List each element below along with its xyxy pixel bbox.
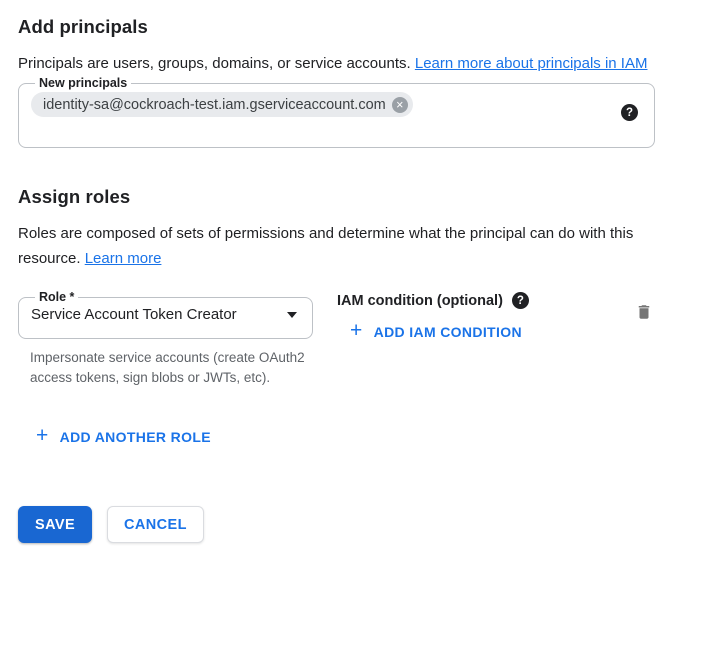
add-another-role-label: ADD ANOTHER ROLE <box>60 429 211 445</box>
iam-condition-label: IAM condition (optional) <box>337 293 503 309</box>
new-principals-field[interactable]: New principals identity-sa@cockroach-tes… <box>18 76 655 148</box>
delete-role-button[interactable] <box>635 303 653 326</box>
add-another-role-button[interactable]: + ADD ANOTHER ROLE <box>36 426 211 447</box>
assign-roles-title: Assign roles <box>18 186 695 208</box>
iam-condition-column: IAM condition (optional) ? + ADD IAM CON… <box>337 290 529 388</box>
save-button[interactable]: SAVE <box>18 506 92 543</box>
role-row: Role * Service Account Token Creator Imp… <box>18 290 655 388</box>
new-principals-label: New principals <box>35 76 131 90</box>
role-helper-text: Impersonate service accounts (create OAu… <box>30 348 310 388</box>
dropdown-arrow-icon <box>287 312 297 318</box>
role-column: Role * Service Account Token Creator Imp… <box>18 290 313 388</box>
principals-description-text: Principals are users, groups, domains, o… <box>18 55 411 72</box>
iam-condition-help-icon[interactable]: ? <box>512 292 529 309</box>
principals-help-icon[interactable]: ? <box>621 104 638 121</box>
trash-icon <box>635 303 653 321</box>
cancel-button[interactable]: CANCEL <box>107 506 204 543</box>
role-label: Role * <box>35 290 78 304</box>
role-select[interactable]: Role * Service Account Token Creator <box>18 290 313 339</box>
page-title: Add principals <box>18 16 695 38</box>
learn-more-roles-link[interactable]: Learn more <box>85 250 162 267</box>
add-iam-condition-button[interactable]: + ADD IAM CONDITION <box>350 321 522 342</box>
action-buttons: SAVE CANCEL <box>18 506 695 543</box>
principals-description: Principals are users, groups, domains, o… <box>18 51 673 76</box>
learn-more-principals-link[interactable]: Learn more about principals in IAM <box>415 55 648 72</box>
principal-chip: identity-sa@cockroach-test.iam.gservicea… <box>31 92 413 117</box>
plus-icon: + <box>36 425 49 446</box>
plus-icon: + <box>350 320 363 341</box>
delete-role-column <box>635 290 655 388</box>
principal-chip-text: identity-sa@cockroach-test.iam.gservicea… <box>43 97 386 113</box>
chip-remove-icon[interactable]: × <box>392 97 408 113</box>
role-selected-value: Service Account Token Creator <box>31 306 237 323</box>
add-iam-condition-label: ADD IAM CONDITION <box>374 324 522 340</box>
add-principals-panel: Add principals Principals are users, gro… <box>0 16 713 543</box>
roles-description: Roles are composed of sets of permission… <box>18 221 640 271</box>
